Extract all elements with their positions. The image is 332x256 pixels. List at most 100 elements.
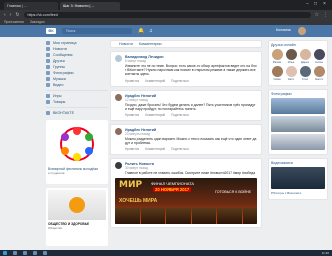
message-icon (46, 53, 50, 57)
avatar (299, 66, 311, 77)
sidebar-item-label: Фотографии (53, 71, 74, 75)
sidebar-item-label: Моя страница (53, 41, 77, 45)
user-name[interactable]: Коломна (276, 28, 291, 32)
browser-tab-2[interactable]: Шаг 3: Новости | ... (60, 2, 120, 10)
taskbar-app-icon[interactable] (33, 251, 37, 255)
like-button[interactable]: Нравится (125, 113, 139, 117)
friend-item[interactable]: Стас (299, 66, 311, 81)
comment-button[interactable]: Комментарий (145, 79, 165, 83)
post-time[interactable]: 5 минут назад (125, 59, 257, 63)
post-time[interactable]: 12 минут назад (125, 98, 257, 102)
reload-icon[interactable]: ↻ (15, 12, 19, 18)
tab-label: Главная | ... (7, 4, 27, 8)
friends-title[interactable]: Друзья онлайн (271, 43, 325, 47)
friend-item[interactable]: Катя (285, 66, 297, 81)
friend-item[interactable]: Антон (313, 49, 325, 64)
menu-icon[interactable]: ⋮ (323, 12, 328, 18)
avatar[interactable] (115, 128, 122, 136)
divider (46, 107, 108, 108)
sidebar-item-label: Музыка (53, 77, 66, 81)
tab-comments[interactable]: Комментарии (139, 42, 162, 46)
back-icon[interactable]: ‹ (4, 12, 6, 18)
photo-thumbnail[interactable] (271, 98, 325, 114)
vk-icon (46, 111, 50, 115)
friend-item[interactable]: Сёма (271, 66, 283, 81)
bookmark-folder[interactable]: Закладки (30, 20, 45, 24)
banner-date: 20 НОЯБРЯ 2017 (153, 186, 192, 192)
videos-title[interactable]: Видеозаписи (271, 161, 325, 165)
weapon-image (166, 207, 191, 224)
friends-online-block: Друзья онлайн Рахим Илья Дарья Антон Сём… (268, 40, 328, 86)
groups-icon (46, 65, 50, 69)
friend-item[interactable]: Настя (313, 66, 325, 81)
sidebar-item-label: Игры (53, 94, 62, 98)
taskbar-app-icon[interactable] (13, 251, 17, 255)
sidebar-item-label: Друзья (53, 59, 65, 63)
festival-logo-icon (60, 127, 94, 161)
photo-thumbnail[interactable] (271, 134, 325, 150)
search-input[interactable]: Поиск (62, 28, 132, 34)
weapon-image (191, 207, 216, 224)
home-icon (46, 41, 50, 45)
music-icon[interactable]: ♫ (149, 28, 153, 34)
sidebar-item-video[interactable]: Видео (46, 82, 108, 88)
comment-button[interactable]: Комментарий (145, 113, 165, 117)
os-taskbar: 11:30 (0, 250, 332, 256)
avatar[interactable] (115, 93, 122, 101)
ad-image (48, 190, 106, 220)
forward-icon[interactable]: › (10, 12, 12, 18)
videos-block: Видеозаписи PS4 игры с Вконтакте (268, 158, 328, 200)
comment-button[interactable]: Комментарий (145, 147, 165, 151)
avatar[interactable] (115, 162, 122, 170)
browser-tabbar: Главная | ... Шаг 3: Новости | ... − □ × (0, 0, 332, 10)
taskbar-app-icon[interactable] (43, 251, 47, 255)
friend-name: Антон (315, 60, 323, 64)
maximize-icon[interactable]: □ (314, 1, 317, 7)
sidebar-item-vk[interactable]: ВКОНТАКТЕ (46, 110, 108, 116)
share-button[interactable]: Поделиться (171, 79, 189, 83)
ad-health[interactable]: ОБЩЕСТВО И ЗДОРОВЬЕ Общество (46, 188, 108, 246)
minimize-icon[interactable]: − (306, 1, 309, 7)
tab-news[interactable]: Новости (119, 42, 133, 46)
avatar (299, 49, 311, 60)
post-banner-image[interactable]: МИР ФИНАЛ ЧЕМПИОНАТА 20 НОЯБРЯ 2017 ХОЧЕ… (115, 177, 257, 224)
feed-post-1: Валидинанд Лечидин 5 минут назад Извинит… (110, 51, 262, 87)
bell-icon[interactable]: 🔔 (138, 28, 144, 34)
start-icon[interactable] (3, 251, 7, 255)
photo-thumbnail[interactable] (271, 116, 325, 132)
sidebar-item-goods[interactable]: Товары (46, 99, 108, 105)
post-time[interactable]: 23 минуты назад (125, 132, 257, 136)
url-input[interactable]: https://vk.com/feed (23, 11, 311, 18)
sidebar-item-label: ВКОНТАКТЕ (53, 111, 74, 115)
browser-tab-1[interactable]: Главная | ... (4, 2, 58, 10)
like-button[interactable]: Нравится (125, 147, 139, 151)
video-thumbnail[interactable] (271, 167, 325, 189)
banner-title: МИР (119, 179, 143, 190)
avatar[interactable] (298, 27, 306, 35)
ad-festival[interactable]: Всемирный фестиваль молодёжи и студентов (46, 120, 108, 184)
sidebar-menu: Моя страница Новости Сообщения Друзья Гр… (46, 40, 108, 116)
post-time[interactable]: 30 минут назад (125, 166, 257, 170)
friend-item[interactable]: Дарья (299, 49, 311, 64)
taskbar-app-icon[interactable] (23, 251, 27, 255)
share-button[interactable]: Поделиться (171, 113, 189, 117)
friends-icon (46, 59, 50, 63)
bookmark-apps[interactable]: Приложения (4, 20, 24, 24)
like-button[interactable]: Нравится (125, 79, 139, 83)
vk-logo[interactable]: ВК (46, 28, 56, 34)
feed-tabs: Новости Комментарии (110, 40, 262, 48)
video-caption[interactable]: PS4 игры с Вконтакте (271, 191, 325, 195)
photos-title[interactable]: Фотографии (271, 92, 325, 96)
clock[interactable]: 11:30 (322, 251, 329, 255)
post-text: Можно разделить один вариант. Можно с те… (125, 137, 257, 146)
sidebar-item-label: Видео (53, 83, 64, 87)
close-icon[interactable]: × (323, 1, 326, 7)
sidebar-item-label: Новости (53, 47, 67, 51)
friend-item[interactable]: Илья (285, 49, 297, 64)
share-button[interactable]: Поделиться (171, 147, 189, 151)
tab-label: Шаг 3: Новости | ... (63, 4, 95, 8)
friend-item[interactable]: Рахим (271, 49, 283, 64)
avatar[interactable] (115, 55, 122, 62)
star-icon[interactable]: ☆ (315, 12, 319, 18)
friend-name: Дарья (301, 60, 309, 64)
